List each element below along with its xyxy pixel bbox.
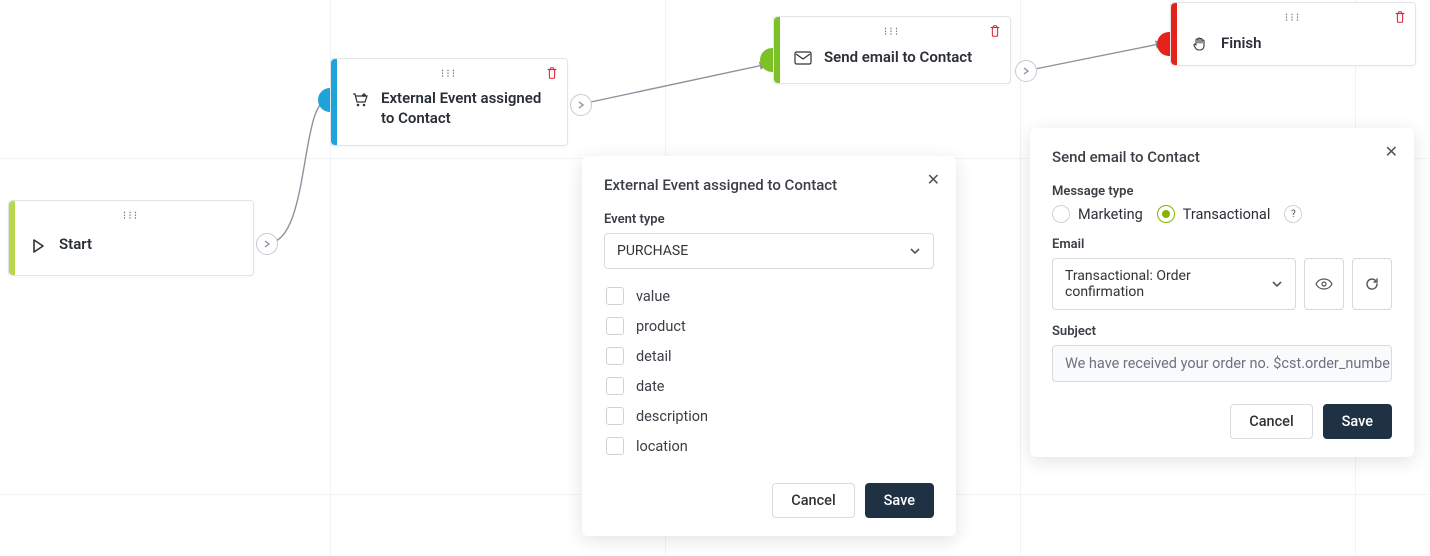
message-type-label: Message type <box>1052 184 1392 199</box>
output-port[interactable] <box>256 233 278 255</box>
checkbox-label: date <box>636 378 665 395</box>
drag-handle-icon[interactable]: ⁝⁝⁝ <box>123 209 140 222</box>
play-icon <box>27 235 49 257</box>
popup-external-event: External Event assigned to Contact ✕ Eve… <box>582 156 956 536</box>
node-label: Start <box>59 235 92 255</box>
checkbox-label: location <box>636 438 688 455</box>
node-label: Finish <box>1221 34 1262 54</box>
save-button[interactable]: Save <box>1323 404 1392 439</box>
node-label: Send email to Contact <box>824 48 972 68</box>
chevron-down-icon <box>909 243 921 259</box>
checkbox-icon[interactable] <box>606 287 624 305</box>
node-stripe <box>774 17 780 83</box>
node-start[interactable]: ⁝⁝⁝ Start <box>8 200 254 276</box>
checkbox-label: product <box>636 318 686 335</box>
subject-label: Subject <box>1052 324 1392 339</box>
save-button[interactable]: Save <box>865 483 934 518</box>
checkbox-icon[interactable] <box>606 317 624 335</box>
output-port[interactable] <box>1015 60 1037 82</box>
checkbox-row[interactable]: location <box>604 431 934 461</box>
checkbox-row[interactable]: value <box>604 281 934 311</box>
mail-icon <box>792 47 814 69</box>
cart-event-icon <box>349 89 371 111</box>
checkbox-row[interactable]: detail <box>604 341 934 371</box>
trash-icon[interactable] <box>1393 9 1407 28</box>
checkbox-label: value <box>636 288 670 305</box>
event-fields-checklist: value product detail date description lo… <box>604 281 934 461</box>
checkbox-icon[interactable] <box>606 347 624 365</box>
node-send-email[interactable]: ⁝⁝⁝ Send email to Contact <box>773 16 1011 84</box>
eye-icon <box>1315 278 1333 290</box>
popup-title: External Event assigned to Contact <box>604 176 934 194</box>
trash-icon[interactable] <box>988 23 1002 42</box>
output-port[interactable] <box>570 94 592 116</box>
checkbox-row[interactable]: product <box>604 311 934 341</box>
chevron-down-icon <box>1271 276 1283 292</box>
radio-label: Transactional <box>1183 206 1271 223</box>
node-stripe <box>9 201 15 275</box>
email-label: Email <box>1052 237 1392 252</box>
email-template-select[interactable]: Transactional: Order confirmation <box>1052 258 1296 310</box>
radio-label: Marketing <box>1078 206 1143 223</box>
radio-marketing[interactable]: Marketing <box>1052 205 1143 223</box>
event-type-select[interactable]: PURCHASE <box>604 233 934 269</box>
email-template-value: Transactional: Order confirmation <box>1065 268 1271 300</box>
cancel-button[interactable]: Cancel <box>772 483 854 518</box>
node-external-event[interactable]: ⁝⁝⁝ External Event assigned to Contact <box>330 58 568 146</box>
checkbox-label: detail <box>636 348 672 365</box>
checkbox-icon[interactable] <box>606 377 624 395</box>
popup-title: Send email to Contact <box>1052 148 1392 166</box>
preview-button[interactable] <box>1304 258 1344 310</box>
cancel-button[interactable]: Cancel <box>1230 404 1312 439</box>
checkbox-row[interactable]: description <box>604 401 934 431</box>
checkbox-icon[interactable] <box>606 407 624 425</box>
close-icon[interactable]: ✕ <box>1385 144 1398 160</box>
event-type-label: Event type <box>604 212 934 227</box>
radio-icon <box>1157 205 1175 223</box>
drag-handle-icon[interactable]: ⁝⁝⁝ <box>884 25 901 38</box>
drag-handle-icon[interactable]: ⁝⁝⁝ <box>1285 11 1302 24</box>
node-stripe <box>331 59 337 145</box>
drag-handle-icon[interactable]: ⁝⁝⁝ <box>441 67 458 80</box>
popup-send-email: Send email to Contact ✕ Message type Mar… <box>1030 128 1414 457</box>
event-type-value: PURCHASE <box>617 243 688 259</box>
workflow-canvas[interactable]: ⁝⁝⁝ Start ⁝⁝⁝ External Event assigned to… <box>0 0 1430 556</box>
radio-icon <box>1052 205 1070 223</box>
node-finish[interactable]: ⁝⁝⁝ Finish <box>1170 2 1416 66</box>
trash-icon[interactable] <box>545 65 559 84</box>
node-stripe <box>1171 3 1177 65</box>
close-icon[interactable]: ✕ <box>927 172 940 188</box>
refresh-button[interactable] <box>1352 258 1392 310</box>
refresh-icon <box>1364 276 1380 292</box>
subject-input[interactable]: We have received your order no. $cst.ord… <box>1052 345 1392 382</box>
node-label: External Event assigned to Contact <box>381 89 553 128</box>
help-icon[interactable]: ? <box>1284 205 1302 223</box>
message-type-radios: Marketing Transactional ? <box>1052 205 1392 223</box>
radio-transactional[interactable]: Transactional <box>1157 205 1271 223</box>
checkbox-label: description <box>636 408 708 425</box>
hand-stop-icon <box>1189 33 1211 55</box>
checkbox-row[interactable]: date <box>604 371 934 401</box>
checkbox-icon[interactable] <box>606 437 624 455</box>
